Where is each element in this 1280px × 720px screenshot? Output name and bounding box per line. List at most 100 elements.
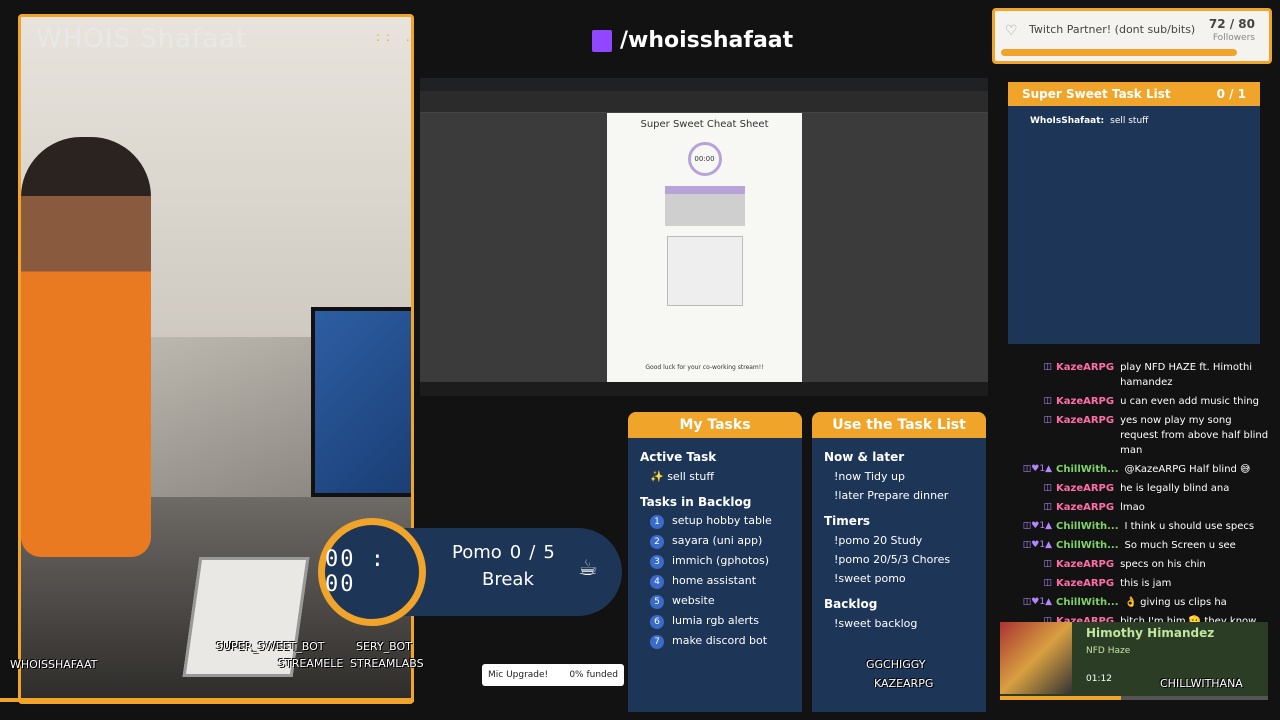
my-tasks-title: My Tasks [628,412,802,438]
cheat-sheet-footer: Good luck for your co-working stream!! [645,364,764,371]
chat-username[interactable]: KazeARPG [1056,394,1114,409]
pomodoro-timer: 00 : 00 [318,518,426,626]
chat-text: yes now play my song request from above … [1120,415,1269,456]
chat-username[interactable]: ChillWith... [1056,538,1119,553]
command-line: !now Tidy up [834,470,905,483]
chat-text: @KazeARPG Half blind 😅 [1124,464,1251,475]
task-list-task: sell stuff [1110,116,1149,126]
goal-progress-bar [1001,49,1237,56]
album-art [1000,622,1072,694]
chat-username[interactable]: KazeARPG [1056,360,1114,390]
task-list-item: WhoIsShafaat: sell stuff [1030,116,1260,126]
cheat-sheet-timer: 00:00 [687,142,722,176]
coffee-cup-icon: ☕ [578,556,598,581]
chat-username[interactable]: ChillWith... [1056,462,1119,477]
backlog-text: make discord bot [672,634,768,647]
pomo-mode: Break [482,569,534,590]
chat-feed: ◫ KazeARPG play NFD HAZE ft. Himothi haman… [1000,360,1272,648]
chat-text: specs on his chin [1120,559,1206,570]
browser-tab-strip[interactable] [420,78,988,91]
backlog-text: lumia rgb alerts [672,614,759,627]
chat-username[interactable]: KazeARPG [1056,481,1114,496]
backlog-text: home assistant [672,574,757,587]
viewer-name: STREAMELE [278,657,344,670]
backlog-number: 7 [650,635,664,649]
backlog-item: 2 sayara (uni app) [650,534,802,549]
command-line: !sweet backlog [834,617,918,630]
command-line: !sweet pomo [834,572,906,585]
mic-goal-funded: 0% funded [569,670,618,680]
mic-goal-label: Mic Upgrade! [488,670,549,680]
chat-badges: ◫ [1043,578,1052,588]
timers-heading: Timers [824,514,871,528]
chat-text: this is jam [1120,578,1172,589]
chat-badges: ◫ [1043,362,1052,372]
backlog-item: 5 website [650,594,802,609]
backlog-text: sayara (uni app) [672,534,763,547]
backlog-number: 1 [650,515,664,529]
viewer-name: SUPER_SWEET_BOT [216,640,325,653]
chat-username[interactable]: KazeARPG [1056,557,1114,572]
browser-bookmark-bar[interactable] [420,91,988,113]
backlog-number: 6 [650,615,664,629]
chat-message: ◫ KazeARPG this is jam [1000,576,1272,591]
chat-username[interactable]: KazeARPG [1056,413,1114,458]
backlog-text: immich (gphotos) [672,554,770,567]
chat-badges: ◫ [1043,415,1052,425]
viewer-name: GGCHIGGY [866,658,926,671]
viewer-name: KAZEARPG [874,677,934,690]
chat-message: ◫ KazeARPG lmao [1000,500,1272,515]
chat-badges: ◫ [1043,483,1052,493]
chat-text: I think u should use specs [1124,521,1255,532]
backlog-heading: Tasks in Backlog [640,495,752,509]
active-task-heading: Active Task [640,450,717,464]
backlog-text: website [672,594,715,607]
chat-badges: ◫ [1043,502,1052,512]
backlog-item: 4 home assistant [650,574,802,589]
mic-upgrade-goal: Mic Upgrade! 0% funded [482,664,624,686]
backlog-number: 2 [650,535,664,549]
backlog-item: 6 lumia rgb alerts [650,614,802,629]
command-line: !pomo 20/5/3 Chores [834,553,951,566]
task-list-header: Super Sweet Task List 0 / 1 [1008,82,1260,106]
task-list-user: WhoIsShafaat: [1030,116,1105,126]
goal-label: Followers [1212,33,1255,43]
chat-username[interactable]: KazeARPG [1056,500,1114,515]
task-list-help-title: Use the Task List [812,412,986,438]
cheat-sheet-tasklist-card [664,186,745,226]
viewer-name: SERY_BOT [356,640,412,653]
chat-badges: ◫♥1▲ [1022,540,1052,550]
chat-message: ◫♥1▲ ChillWith... 👌 giving us clips ha [1000,595,1272,610]
follower-goal: ♡ Twitch Partner! (dont sub/bits) 72 / 8… [992,8,1272,64]
backlog-cmd-heading: Backlog [824,597,878,611]
song-progress [1000,696,1268,700]
chat-username[interactable]: ChillWith... [1056,519,1119,534]
chat-badges: ◫♥1▲ [1022,597,1052,607]
song-artist: NFD Haze [1086,646,1131,656]
chat-message: ◫ KazeARPG he is legally blind ana [1000,481,1272,496]
song-title: Himothy Himandez [1086,626,1215,640]
chat-badges: ◫ [1043,396,1052,406]
backlog-item: 7 make discord bot [650,634,802,649]
monitor-in-frame [311,307,411,497]
super-sweet-task-list: Super Sweet Task List 0 / 1 WhoIsShafaat… [1008,82,1260,344]
task-list-count: 0 / 1 [1216,87,1246,101]
chat-message: ◫ KazeARPG yes now play my song request fr… [1000,413,1272,458]
chat-username[interactable]: ChillWith... [1056,595,1119,610]
my-tasks-panel: My Tasks Active Task ✨ sell stuff Tasks … [628,412,802,712]
backlog-number: 4 [650,575,664,589]
cheat-sheet-title: Super Sweet Cheat Sheet [640,119,769,130]
heart-icon: ♡ [1005,23,1018,39]
backlog-item: 1 setup hobby table [650,514,802,529]
windows-taskbar[interactable] [420,382,988,396]
chat-message: ◫ KazeARPG play NFD HAZE ft. Himothi haman… [1000,360,1272,390]
backlog-number: 5 [650,595,664,609]
chat-message: ◫ KazeARPG u can even add music thing [1000,394,1272,409]
chat-badges: ◫♥1▲ [1022,464,1052,474]
viewer-name: CHILLWITHANA [1160,677,1243,690]
chat-username[interactable]: KazeARPG [1056,576,1114,591]
chat-text: So much Screen u see [1124,540,1236,551]
twitch-icon [592,29,612,52]
channel-handle: /whoisshafaat [620,28,794,53]
chat-text: 👌 giving us clips ha [1124,597,1227,608]
